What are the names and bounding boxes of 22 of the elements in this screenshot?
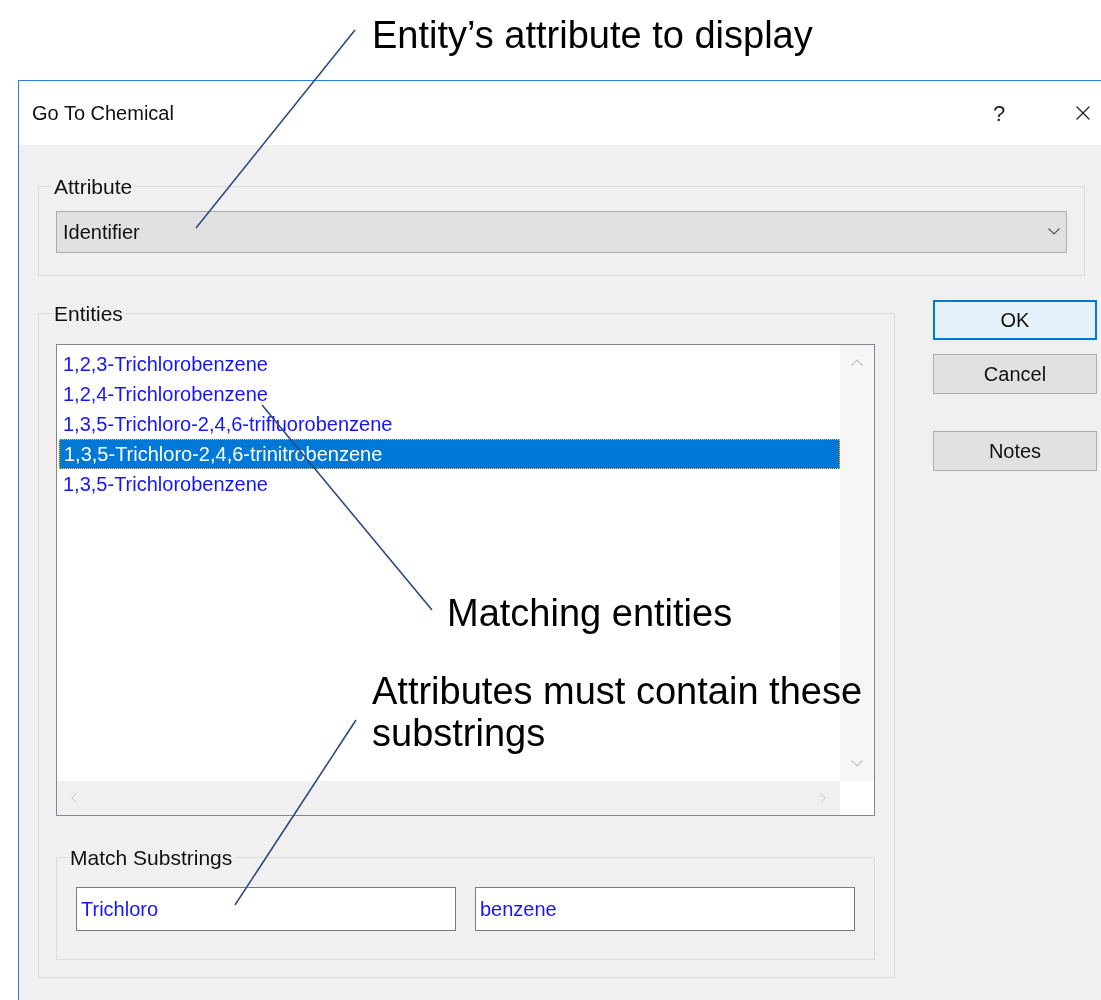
group-label: Attribute (53, 174, 134, 200)
dialog-button[interactable]: Notes (933, 431, 1097, 471)
chevron-down-icon (851, 759, 863, 767)
list-item[interactable]: 1,3,5-Trichloro-2,4,6-trinitrobenzene (59, 438, 840, 469)
list-item[interactable]: 1,2,4-Trichlorobenzene (59, 378, 840, 409)
list-item[interactable]: 1,2,3-Trichlorobenzene (59, 348, 840, 379)
horizontal-scrollbar[interactable] (57, 780, 840, 815)
group-label: Entities (53, 301, 124, 327)
chevron-down-icon (1048, 228, 1060, 235)
callout-text: Attributes must contain these substrings (372, 670, 864, 754)
chevron-up-icon (851, 358, 863, 366)
callout-text: Matching entities (447, 591, 734, 636)
window-title: Go To Chemical (32, 101, 175, 126)
input-field[interactable]: benzene (475, 887, 855, 931)
dialog-button[interactable]: OK (933, 300, 1097, 340)
callout-text: Entity’s attribute to display (372, 13, 814, 58)
group-label: Match Substrings (69, 844, 234, 871)
input-field[interactable]: Trichloro (76, 887, 456, 931)
list-item[interactable]: 1,3,5-Trichlorobenzene (59, 468, 840, 499)
help-button[interactable]: ? (979, 96, 1019, 130)
attribute-dropdown[interactable]: Identifier (56, 210, 1067, 253)
dialog-button[interactable]: Cancel (933, 354, 1097, 394)
